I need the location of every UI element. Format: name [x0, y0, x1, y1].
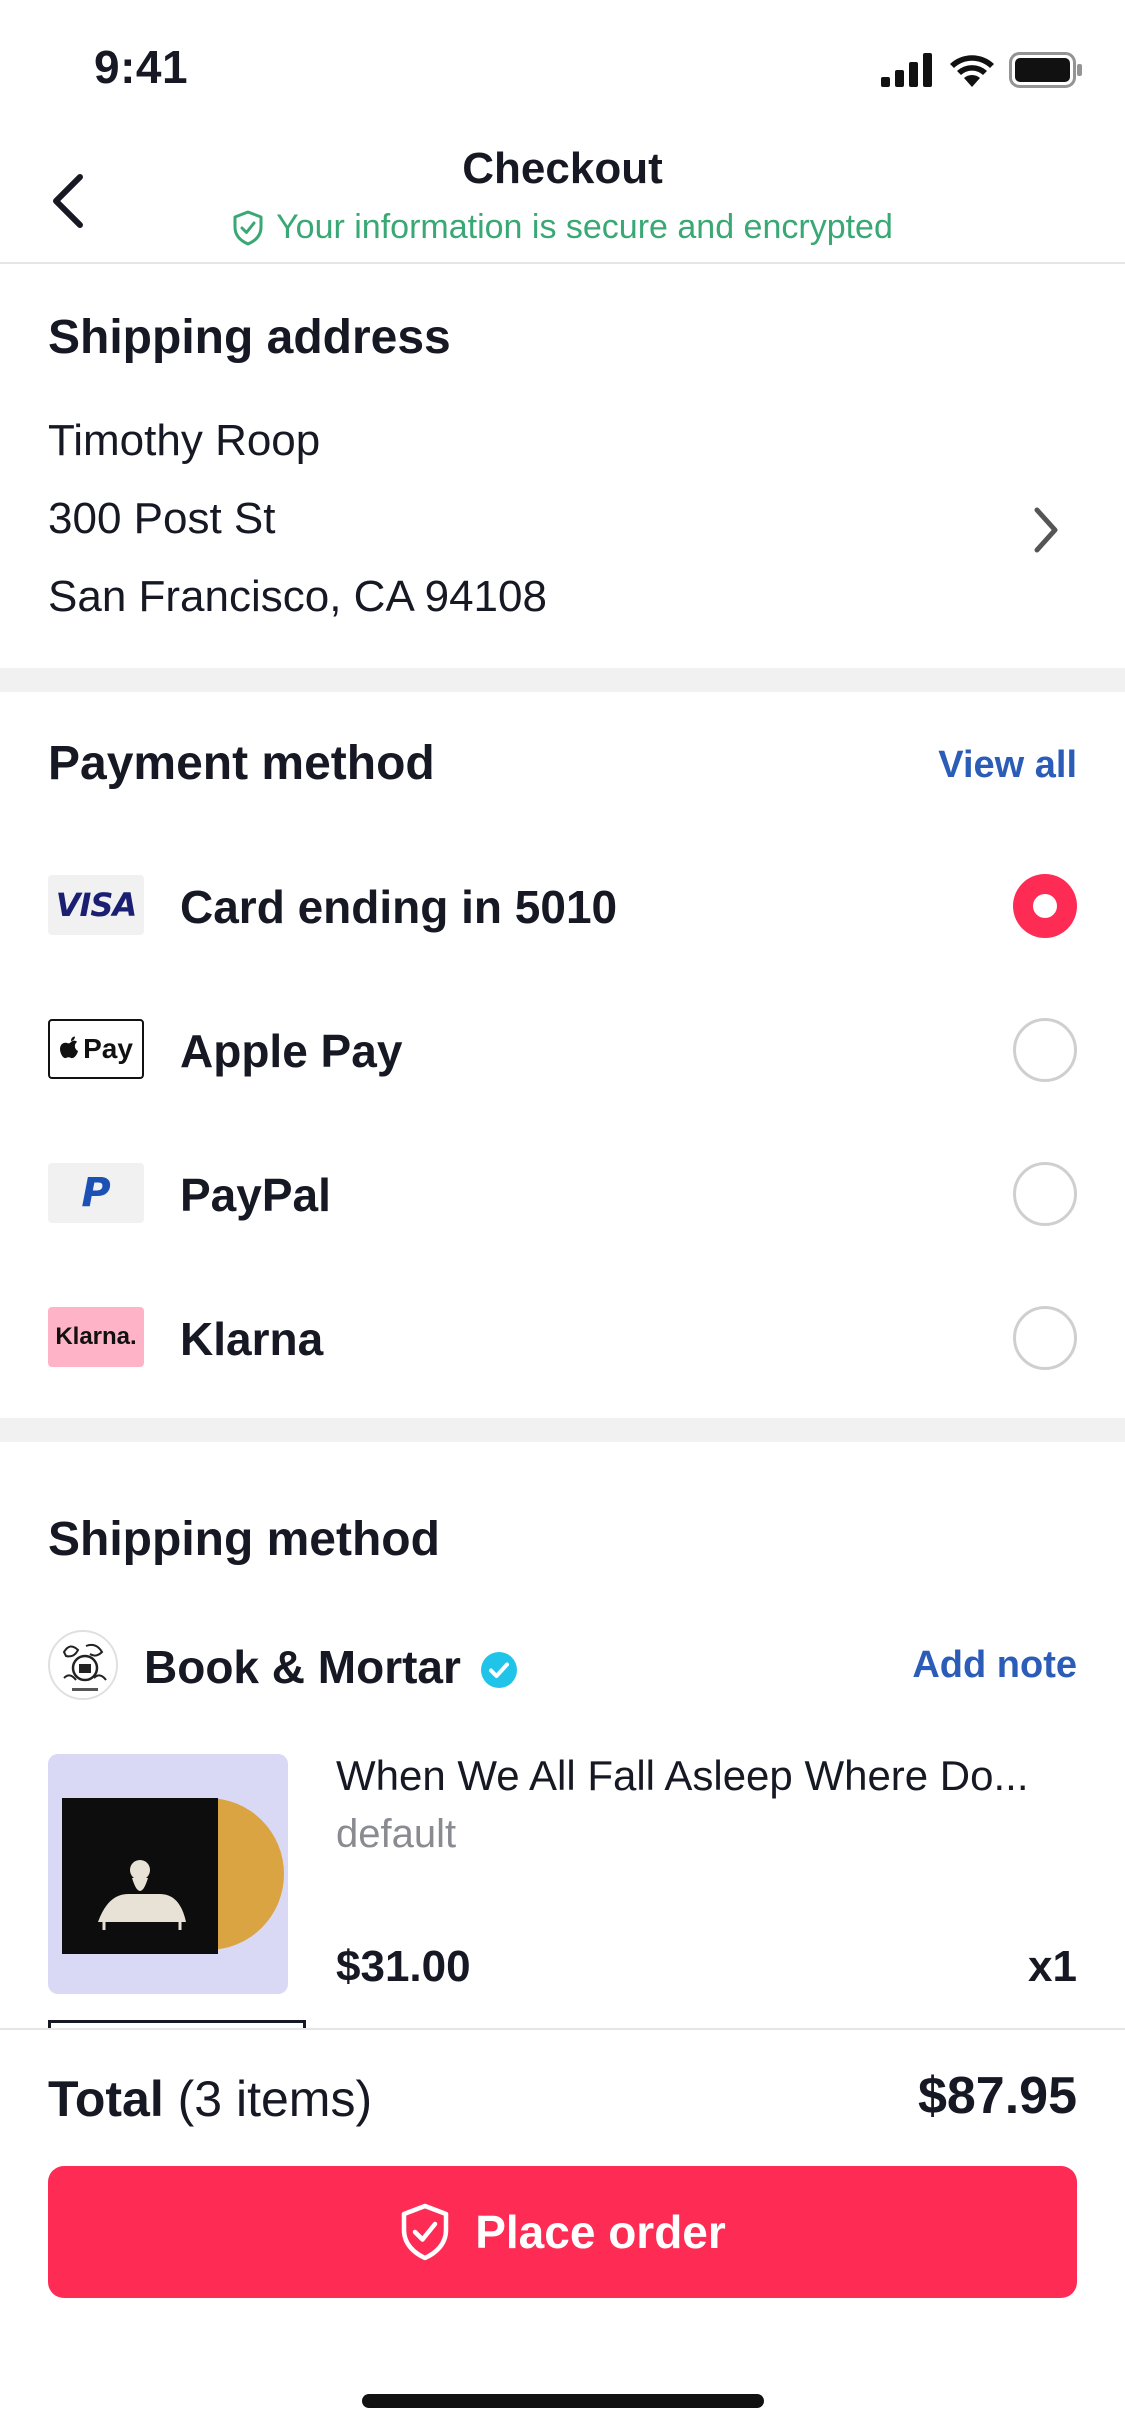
recipient-name: Timothy Roop: [48, 416, 321, 465]
payment-option-paypal[interactable]: P PayPal: [0, 1126, 1125, 1270]
radio-unselected[interactable]: [1013, 1018, 1077, 1082]
seller-row: Book & Mortar Add note: [0, 1620, 1125, 1710]
visa-logo-icon: VISA: [48, 875, 144, 935]
status-icons: [881, 50, 1083, 90]
product-price: $31.00: [336, 1942, 471, 1991]
place-order-label: Place order: [475, 2206, 726, 2258]
battery-icon: [1009, 52, 1082, 88]
payment-option-label: Apple Pay: [180, 1025, 403, 1077]
seller-name: Book & Mortar: [144, 1640, 518, 1694]
payment-option-apple-pay[interactable]: Pay Apple Pay: [0, 982, 1125, 1126]
order-summary-bar: Total (3 items) $87.95 Place order: [0, 2028, 1125, 2436]
product-variant: default: [336, 1812, 457, 1856]
page-title: Checkout: [462, 144, 663, 193]
product-title: When We All Fall Asleep Where Do...: [336, 1752, 1029, 1799]
add-note-link[interactable]: Add note: [912, 1644, 1077, 1687]
signal-icon: [881, 53, 932, 87]
place-order-button[interactable]: Place order: [48, 2166, 1077, 2298]
verified-badge-icon: [480, 1652, 517, 1688]
payment-option-klarna[interactable]: Klarna. Klarna: [0, 1270, 1125, 1414]
secure-text: Your information is secure and encrypted: [276, 208, 893, 246]
checkout-header: Checkout Your information is secure and …: [0, 136, 1125, 264]
status-bar: 9:41: [0, 0, 1125, 136]
payment-option-label: PayPal: [180, 1169, 331, 1221]
apple-logo-icon: [60, 1036, 79, 1059]
item-count: (3 items): [177, 2071, 373, 2127]
total-label: Total (3 items): [48, 2071, 373, 2127]
payment-option-card[interactable]: VISA Card ending in 5010: [0, 838, 1125, 982]
radio-unselected[interactable]: [1013, 1162, 1077, 1226]
paypal-logo-icon: P: [48, 1163, 144, 1223]
shipping-address-title: Shipping address: [48, 311, 451, 364]
street-address: 300 Post St: [48, 494, 276, 543]
klarna-logo-icon: Klarna.: [48, 1307, 144, 1367]
secure-notice: Your information is secure and encrypted: [0, 208, 1125, 247]
product-quantity: x1: [1028, 1942, 1077, 1991]
chevron-right-icon[interactable]: [1025, 500, 1065, 560]
apple-pay-logo-icon: Pay: [48, 1019, 144, 1079]
product-thumbnail: [48, 1754, 288, 1994]
shield-check-icon: [401, 2203, 449, 2261]
shield-check-icon: [233, 210, 263, 245]
radio-unselected[interactable]: [1013, 1306, 1077, 1370]
status-time: 9:41: [94, 41, 189, 93]
payment-method-title: Payment method: [48, 737, 435, 790]
shipping-method-title: Shipping method: [48, 1513, 440, 1566]
city-line: San Francisco, CA 94108: [48, 572, 547, 621]
total-value: $87.95: [917, 2067, 1077, 2125]
home-indicator[interactable]: [362, 2394, 764, 2408]
section-divider: [0, 1418, 1125, 1442]
view-all-link[interactable]: View all: [938, 744, 1077, 787]
payment-option-label: Card ending in 5010: [180, 881, 618, 933]
seller-logo-icon: [48, 1630, 118, 1700]
radio-selected[interactable]: [1013, 874, 1077, 938]
wifi-icon: [950, 55, 994, 87]
payment-option-label: Klarna: [180, 1313, 324, 1365]
section-divider: [0, 668, 1125, 692]
